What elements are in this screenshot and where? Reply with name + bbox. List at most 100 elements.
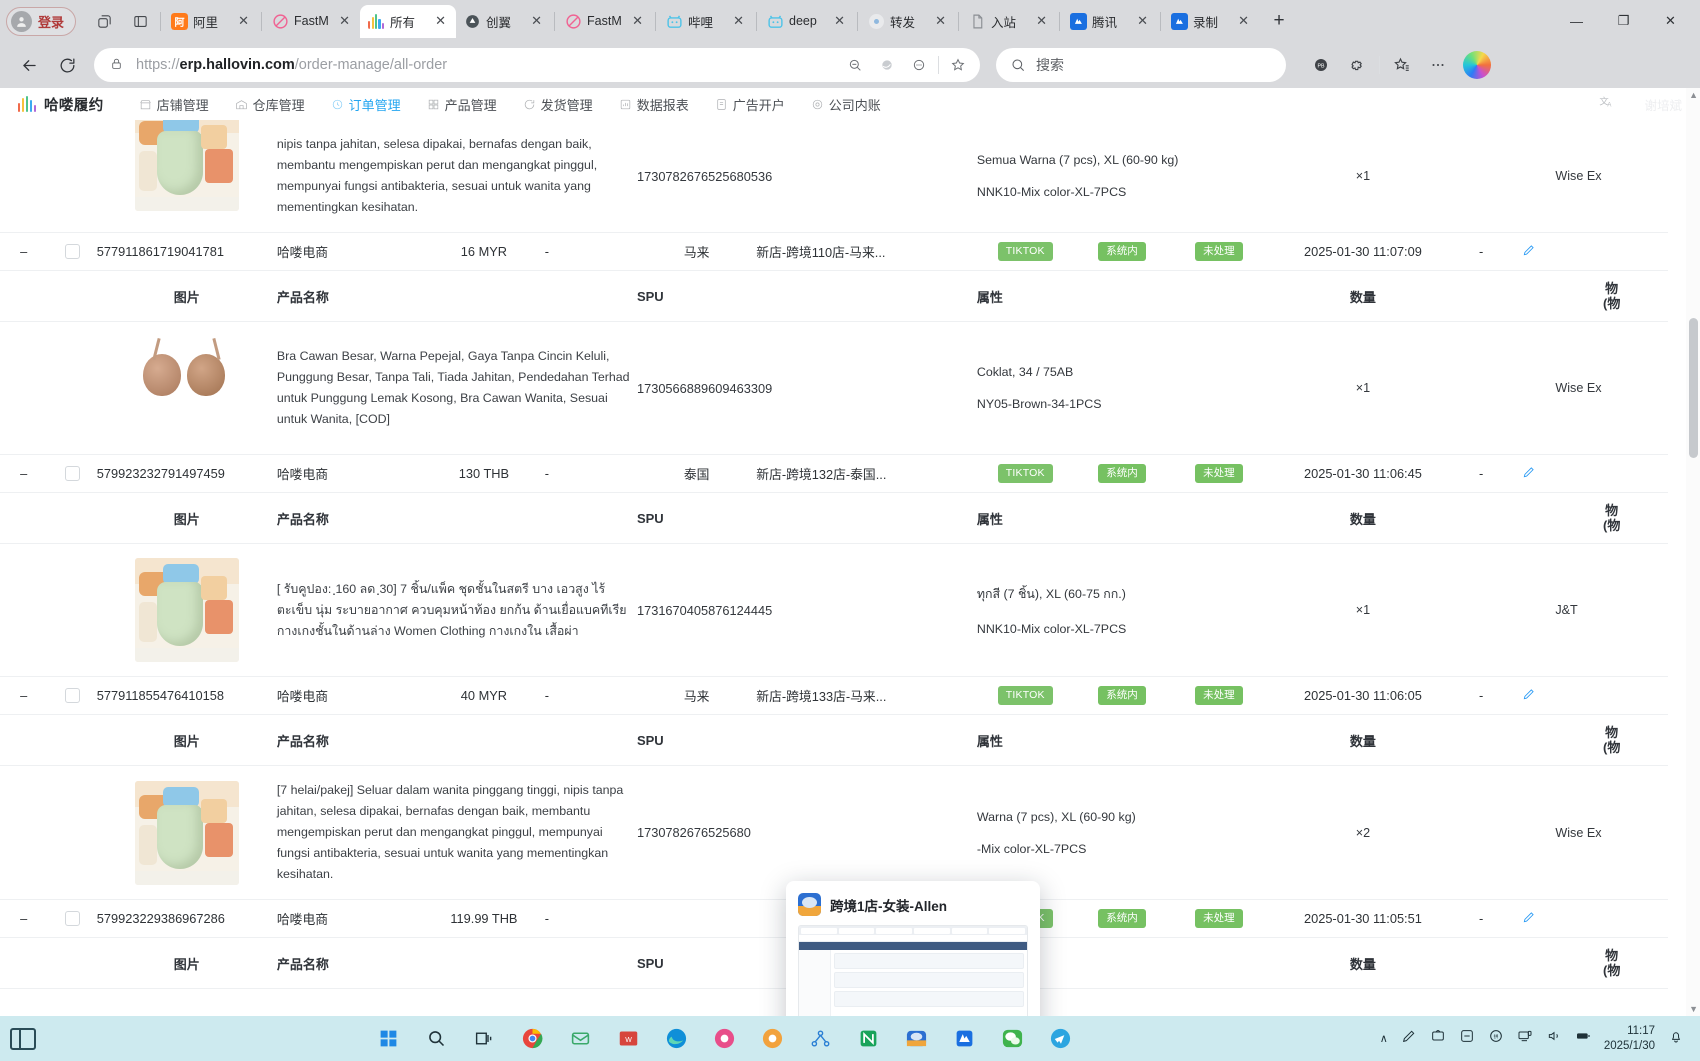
browser-tab[interactable]: 哔哩 ✕ <box>658 5 754 38</box>
profile-badge-icon[interactable]: PB <box>1304 48 1338 82</box>
chrome-beta-icon[interactable] <box>758 1024 788 1054</box>
nutstore-icon[interactable] <box>854 1024 884 1054</box>
order-id[interactable]: 577911861719041781 <box>96 232 277 271</box>
minimize-button[interactable]: — <box>1553 0 1600 42</box>
close-icon[interactable]: ✕ <box>235 13 252 30</box>
tencent-app-icon[interactable] <box>950 1024 980 1054</box>
search-taskbar-icon[interactable] <box>422 1024 452 1054</box>
nav-item-shipping[interactable]: 发货管理 <box>510 95 606 114</box>
favorite-star-icon[interactable] <box>942 49 974 81</box>
row-checkbox[interactable] <box>64 688 80 703</box>
edge-drop-icon[interactable] <box>871 49 903 81</box>
telegram-icon[interactable] <box>1046 1024 1076 1054</box>
tray-expand-chevron-icon[interactable]: ∧ <box>1380 1032 1388 1045</box>
order-shop[interactable]: 新店-跨境133店-马来... <box>756 676 977 715</box>
collections-icon[interactable] <box>1385 48 1419 82</box>
product-image-cell[interactable] <box>96 765 277 900</box>
clock[interactable]: 11:17 2025/1/30 <box>1604 1024 1655 1054</box>
zoom-out-icon[interactable] <box>839 49 871 81</box>
browser-tab[interactable]: 创翼 ✕ <box>456 5 552 38</box>
expand-toggle[interactable]: – <box>0 232 48 271</box>
close-icon[interactable]: ✕ <box>831 13 848 30</box>
maximize-button[interactable]: ❐ <box>1600 0 1647 42</box>
row-checkbox-cell[interactable] <box>47 676 97 715</box>
edit-icon[interactable] <box>1522 689 1536 704</box>
close-icon[interactable]: ✕ <box>528 13 545 30</box>
row-checkbox-cell[interactable] <box>47 232 97 271</box>
close-icon[interactable]: ✕ <box>932 13 949 30</box>
browser-tab[interactable]: 阿阿里 ✕ <box>163 5 259 38</box>
order-summary-row[interactable]: –579923232791497459 哈喽电商 130 THB - 泰国 新店-跨境13… <box>0 454 1668 493</box>
product-image-cell[interactable] <box>96 120 277 233</box>
translate-icon[interactable]: 文A <box>1598 94 1614 115</box>
battery-icon[interactable] <box>1575 1028 1591 1049</box>
browser-tab[interactable]: 腾讯 ✕ <box>1062 5 1158 38</box>
browser-tab[interactable]: 所有 ✕ <box>360 4 457 38</box>
row-checkbox[interactable] <box>64 466 80 481</box>
row-checkbox-cell[interactable] <box>47 454 97 493</box>
close-icon[interactable]: ✕ <box>1134 13 1151 30</box>
browser-tab[interactable]: deep ✕ <box>759 5 855 38</box>
close-icon[interactable]: ✕ <box>1033 13 1050 30</box>
row-checkbox-cell[interactable] <box>47 899 97 938</box>
product-thumbnail[interactable] <box>134 120 239 211</box>
browser-tab[interactable]: FastM ✕ <box>557 5 653 38</box>
row-checkbox[interactable] <box>64 911 80 926</box>
profile-sign-in-button[interactable]: 登录 <box>6 6 77 36</box>
product-thumbnail[interactable] <box>134 336 239 440</box>
row-checkbox[interactable] <box>64 244 80 259</box>
product-image-cell[interactable] <box>96 543 277 677</box>
pen-icon[interactable] <box>1401 1028 1417 1049</box>
expand-toggle[interactable]: – <box>0 676 48 715</box>
nav-item-store[interactable]: 店铺管理 <box>126 95 222 114</box>
order-edit-cell[interactable] <box>1503 454 1556 493</box>
close-icon[interactable]: ✕ <box>629 13 646 30</box>
order-id[interactable]: 579923229386967286 <box>96 899 277 938</box>
order-summary-row[interactable]: –577911861719041781 哈喽电商 16 MYR - 马来 新店-跨境110… <box>0 232 1668 271</box>
scrollbar-thumb[interactable] <box>1689 318 1698 458</box>
browser-tab[interactable]: 转发 ✕ <box>860 5 956 38</box>
wechat-icon[interactable] <box>998 1024 1028 1054</box>
mail-icon[interactable] <box>566 1024 596 1054</box>
display-icon[interactable] <box>1517 1028 1533 1049</box>
back-button[interactable] <box>12 48 46 82</box>
edit-icon[interactable] <box>1522 912 1536 927</box>
order-summary-row[interactable]: –577911855476410158 哈喽电商 40 MYR - 马来 新店-跨境133… <box>0 676 1668 715</box>
browser-tab[interactable]: 入站 ✕ <box>961 5 1057 38</box>
product-image-cell[interactable] <box>96 321 277 455</box>
screenshot-icon[interactable] <box>1430 1028 1446 1049</box>
product-thumbnail[interactable] <box>134 558 239 662</box>
widgets-icon[interactable] <box>10 1027 36 1050</box>
url-input[interactable]: https://erp.hallovin.com/order-manage/al… <box>94 48 980 82</box>
close-icon[interactable]: ✕ <box>336 13 353 30</box>
expand-toggle[interactable]: – <box>0 454 48 493</box>
nav-item-product[interactable]: 产品管理 <box>414 95 510 114</box>
close-icon[interactable]: ✕ <box>1235 13 1252 30</box>
chrome-icon[interactable] <box>518 1024 548 1054</box>
wps-icon[interactable]: W <box>614 1024 644 1054</box>
order-id[interactable]: 579923232791497459 <box>96 454 277 493</box>
order-edit-cell[interactable] <box>1503 899 1556 938</box>
order-edit-cell[interactable] <box>1503 676 1556 715</box>
reload-button[interactable] <box>50 48 84 82</box>
browser-menu-icon[interactable] <box>1421 48 1455 82</box>
vertical-scrollbar[interactable]: ▲ ▼ <box>1686 88 1700 1016</box>
notification-bell-icon[interactable] <box>1668 1028 1684 1049</box>
new-tab-button[interactable]: + <box>1265 7 1293 35</box>
order-shop[interactable]: 新店-跨境132店-泰国... <box>756 454 977 493</box>
split-screen-icon[interactable] <box>125 6 155 36</box>
product-thumbnail[interactable] <box>134 780 239 885</box>
user-name[interactable]: 谢培斌 <box>1644 95 1682 114</box>
tab-search-icon[interactable] <box>89 6 119 36</box>
scroll-up-arrow[interactable]: ▲ <box>1689 90 1698 100</box>
order-id[interactable]: 577911855476410158 <box>96 676 277 715</box>
start-icon[interactable] <box>374 1024 404 1054</box>
order-edit-cell[interactable] <box>1503 232 1556 271</box>
close-icon[interactable]: ✕ <box>432 13 449 30</box>
copilot-icon[interactable] <box>1463 51 1491 79</box>
browser-tab[interactable]: FastM ✕ <box>264 5 360 38</box>
network-tool-icon[interactable] <box>806 1024 836 1054</box>
extensions-icon[interactable] <box>1340 48 1374 82</box>
expand-toggle[interactable]: – <box>0 899 48 938</box>
shop-app-icon[interactable] <box>902 1024 932 1054</box>
